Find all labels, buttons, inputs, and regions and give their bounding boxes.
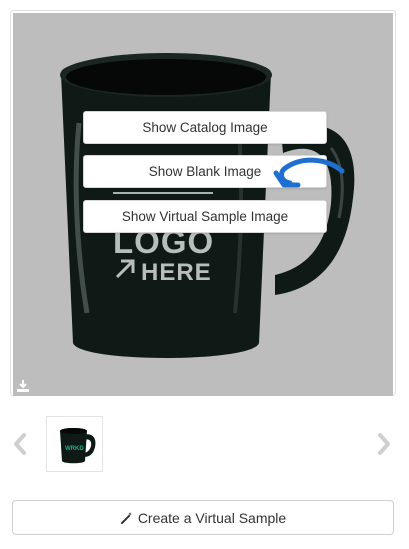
image-viewport: LOGO HERE Show Catalog Image Show Blank … [13, 13, 393, 396]
create-virtual-sample-label: Create a Virtual Sample [137, 509, 287, 526]
thumbnail-row: WRKD [0, 405, 409, 485]
thumb-logo-text: WRKD [65, 446, 84, 452]
download-icon[interactable] [16, 379, 30, 393]
create-virtual-sample-button[interactable]: Create a Virtual Sample [12, 500, 394, 535]
magic-wand-icon [120, 512, 132, 524]
chevron-right-icon[interactable] [374, 431, 394, 457]
chevron-left-icon[interactable] [10, 431, 30, 457]
thumbnail-mug-image: WRKD [60, 428, 96, 464]
logo-text-line2: HERE [141, 259, 212, 286]
show-catalog-image-button[interactable]: Show Catalog Image [83, 111, 327, 144]
thumbnail-mug[interactable]: WRKD [46, 416, 103, 472]
show-virtual-sample-image-button[interactable]: Show Virtual Sample Image [83, 200, 327, 233]
annotation-arrow [273, 157, 345, 188]
product-image-preview: LOGO HERE Show Catalog Image Show Blank … [10, 10, 396, 396]
